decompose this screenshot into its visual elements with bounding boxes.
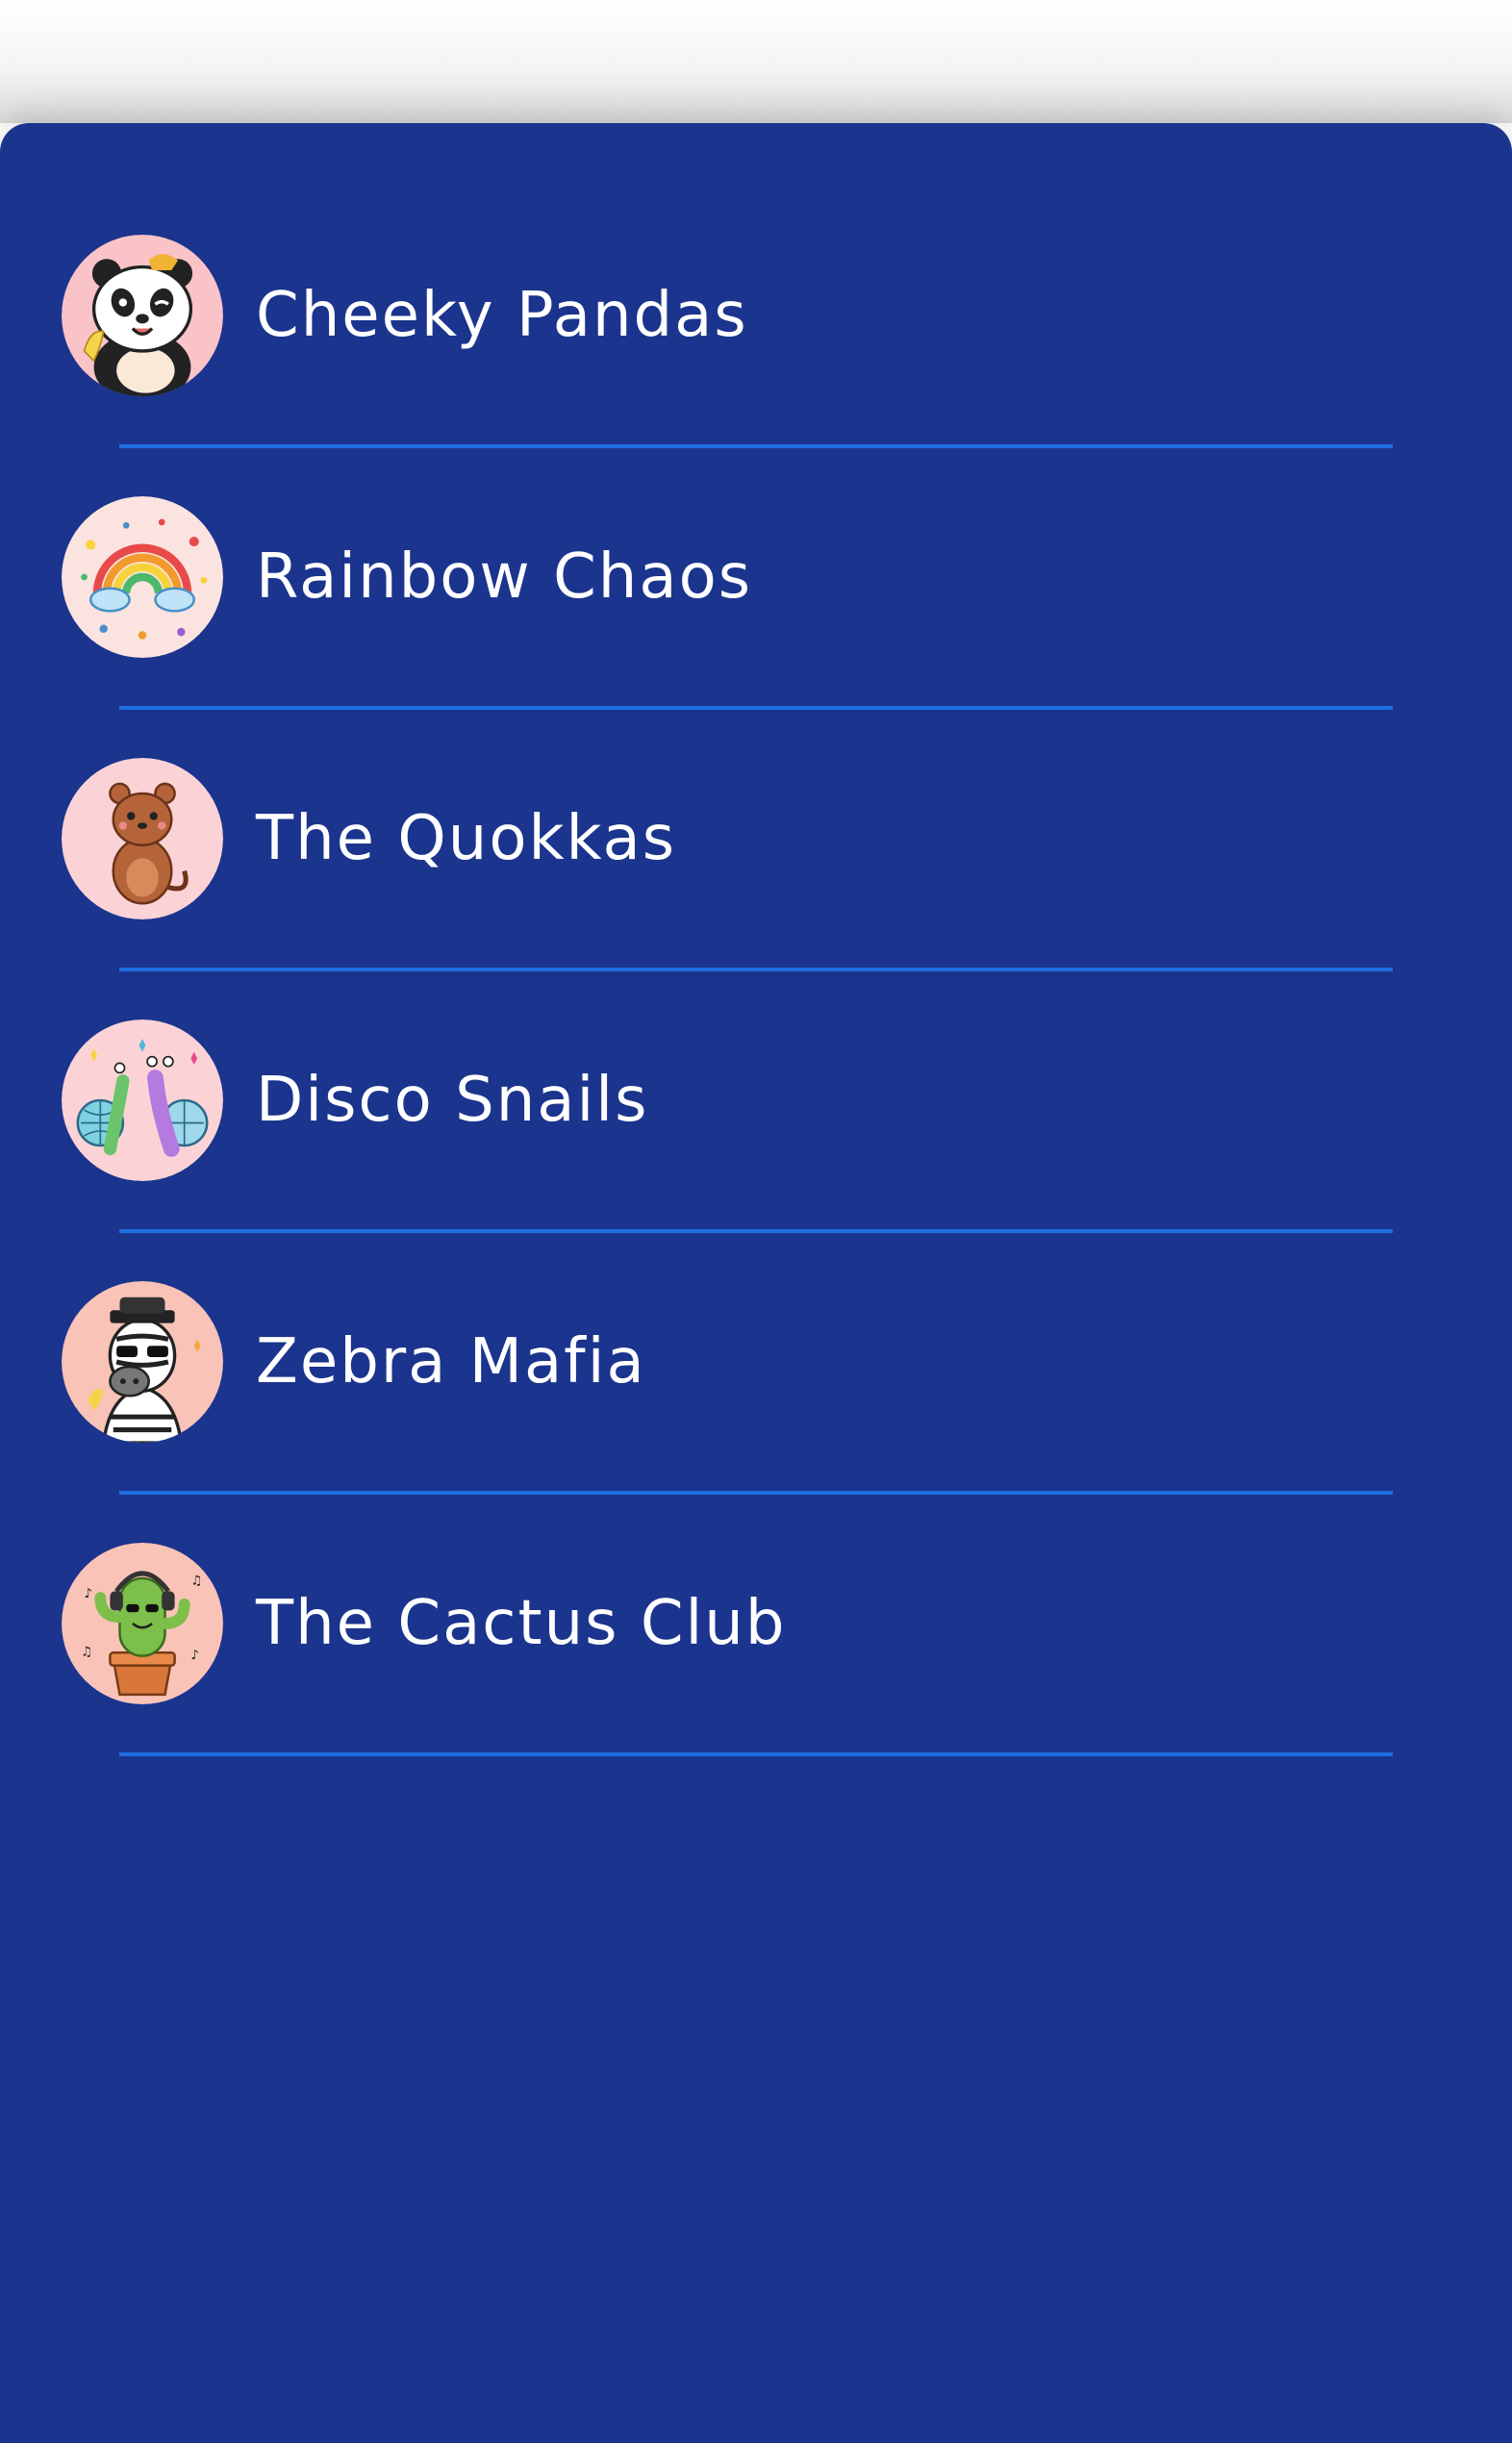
team-row-rainbow-chaos[interactable]: Rainbow Chaos [0,385,1512,710]
team-row-the-cactus-club[interactable]: ♪ ♫ ♫ ♪ The Cactus Club [0,1431,1512,1756]
team-name: Disco Snails [256,1065,649,1136]
team-name: The Quokkas [256,803,677,874]
cactus-avatar-icon: ♪ ♫ ♫ ♪ [62,1543,223,1704]
panda-avatar-icon [62,235,223,396]
svg-text:♫: ♫ [190,1574,202,1589]
team-name: Cheeky Pandas [256,280,748,351]
divider [119,1752,1393,1756]
team-row-zebra-mafia[interactable]: Zebra Mafia [0,1170,1512,1495]
svg-text:♫: ♫ [81,1646,92,1660]
team-row-disco-snails[interactable]: Disco Snails [0,908,1512,1233]
svg-text:♪: ♪ [85,1587,93,1601]
team-name: Zebra Mafia [256,1326,646,1398]
team-list-panel: Cheeky Pandas Rainbow Chaos The Quokkas … [0,123,1512,2443]
team-row-the-quokkas[interactable]: The Quokkas [0,646,1512,971]
team-row-cheeky-pandas[interactable]: Cheeky Pandas [0,123,1512,448]
rainbow-avatar-icon [62,496,223,658]
svg-text:♪: ♪ [190,1649,199,1663]
snails-avatar-icon [62,1020,223,1181]
zebra-avatar-icon [62,1281,223,1443]
quokka-avatar-icon [62,758,223,919]
team-name: Rainbow Chaos [256,541,753,613]
top-shade [0,0,1512,123]
team-name: The Cactus Club [256,1588,787,1659]
